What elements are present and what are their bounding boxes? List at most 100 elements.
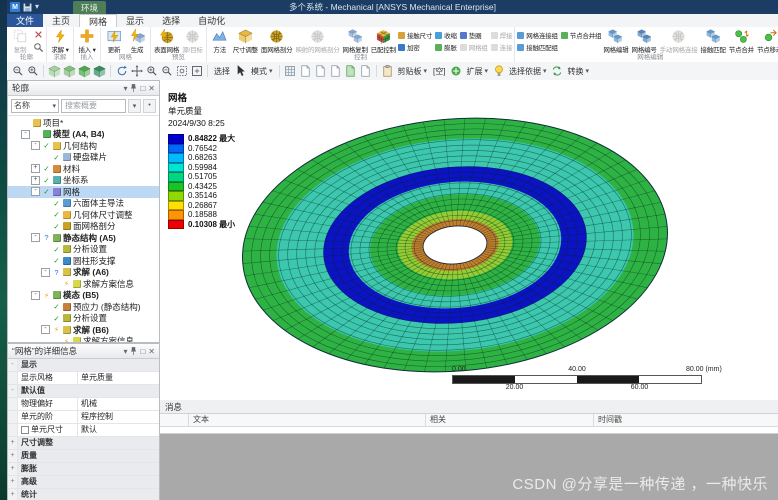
doc-icon[interactable] xyxy=(299,65,312,78)
close-icon[interactable]: ✕ xyxy=(148,84,155,93)
tree-item[interactable]: ✓ 分析设置 xyxy=(8,244,159,256)
ribbon-small-button[interactable]: 膨胀 xyxy=(435,41,457,53)
zoomout-icon[interactable] xyxy=(11,65,24,78)
doc-icon[interactable] xyxy=(314,65,327,78)
conv-icon[interactable] xyxy=(551,65,564,78)
checkbox[interactable] xyxy=(21,426,29,434)
filter-options-icon[interactable]: • xyxy=(143,98,156,113)
ribbon-small-button[interactable]: 加密 xyxy=(397,41,432,53)
tree-item[interactable]: -? 求解 (A6) xyxy=(8,267,159,279)
tree-expander-icon[interactable]: + xyxy=(31,175,40,185)
pin-icon[interactable] xyxy=(130,84,137,92)
tree-item[interactable]: ✓ 几何体尺寸调整 xyxy=(8,209,159,221)
name-filter-dropdown[interactable]: 名称 ▾ xyxy=(11,98,59,113)
tree-item[interactable]: - 模型 (A4, B4) xyxy=(8,129,159,141)
tree-expander-icon[interactable]: + xyxy=(31,164,40,174)
surface-mesh-button[interactable]: 表面网格 xyxy=(153,28,180,54)
mesh-numbering-button[interactable]: 网格编号 xyxy=(631,28,658,54)
update-button[interactable]: 更新 xyxy=(103,28,125,54)
pin-icon[interactable] xyxy=(130,347,137,355)
tree-item[interactable]: ✓ 圆柱形支撑 xyxy=(8,255,159,267)
docg-icon[interactable] xyxy=(344,65,357,78)
save-icon[interactable] xyxy=(23,3,32,12)
ribbon-small-button[interactable]: 节点合并组 xyxy=(560,29,602,41)
section-expander-icon[interactable]: + xyxy=(8,476,18,488)
ribbon-small-button[interactable]: 网格连接组 xyxy=(517,29,558,41)
tab-选择[interactable]: 选择 xyxy=(153,14,189,27)
zoomp-icon[interactable] xyxy=(145,65,158,78)
cursor-icon[interactable] xyxy=(234,65,247,78)
mesh-plot[interactable] xyxy=(160,80,778,400)
details-section-header[interactable]: + 膨胀 xyxy=(8,463,159,476)
ribbon-small-button[interactable]: 收缩 xyxy=(435,29,457,41)
select-dropdown[interactable]: 选择 xyxy=(212,66,232,77)
property-value[interactable]: 程序控制 xyxy=(78,411,159,423)
section-expander-icon[interactable]: + xyxy=(8,463,18,475)
tree-item[interactable]: - ⚡ 模态 (B5) xyxy=(8,290,159,302)
search-icon[interactable] xyxy=(32,42,44,53)
messages-column-1[interactable]: 文本 xyxy=(188,414,209,426)
tree-item[interactable]: 项目* xyxy=(8,117,159,129)
maximize-icon[interactable]: □ xyxy=(140,84,145,93)
tree-item[interactable]: -? 静态结构 (A5) xyxy=(8,232,159,244)
tree-expander-icon[interactable]: - xyxy=(41,267,50,277)
tree-expander-icon[interactable]: - xyxy=(31,187,40,197)
context-tab-environment[interactable]: 环境 xyxy=(73,1,107,14)
mode-dropdown[interactable]: 模式 ▾ xyxy=(249,66,275,77)
clipboard-dropdown[interactable]: 剪贴板 ▾ xyxy=(396,66,430,77)
details-section-header[interactable]: + 统计 xyxy=(8,489,159,500)
insert-button[interactable]: 插入 ▾ xyxy=(76,28,98,54)
contact-match-button[interactable]: 接触匹配 xyxy=(700,28,727,54)
tab-网格[interactable]: 网格 xyxy=(79,14,118,27)
section-expander-icon[interactable]: + xyxy=(8,450,18,462)
node-move-button[interactable]: 节点移动 xyxy=(756,28,778,54)
bulb-icon[interactable] xyxy=(492,65,505,78)
tree-item[interactable]: ✓ 预应力 (静态结构) xyxy=(8,301,159,313)
tree-expander-icon[interactable]: - xyxy=(31,141,40,151)
ext-icon[interactable] xyxy=(449,65,462,78)
method-button[interactable]: 方法 xyxy=(209,28,231,54)
tree-item[interactable]: + ✓ 坐标系 xyxy=(8,175,159,187)
message-row[interactable] xyxy=(160,427,778,434)
tree-item[interactable]: ✓ 硬盘碟片 xyxy=(8,152,159,164)
property-value[interactable]: 单元质量 xyxy=(78,372,159,384)
tab-文件[interactable]: 文件 xyxy=(7,14,44,27)
tree-expander-icon[interactable]: - xyxy=(31,290,40,300)
doc-icon[interactable] xyxy=(359,65,372,78)
maximize-icon[interactable]: □ xyxy=(140,347,145,356)
property-value[interactable]: 默认 xyxy=(78,424,159,436)
tree-item[interactable]: - ⚡ 求解 (B6) xyxy=(8,324,159,336)
tree-item[interactable]: ⚡ 求解方案信息 xyxy=(8,278,159,290)
sizing-button[interactable]: 尺寸调整 xyxy=(232,28,259,54)
property-value[interactable]: 机械 xyxy=(78,398,159,410)
section-expander-icon[interactable]: + xyxy=(8,437,18,449)
details-section-header[interactable]: - 默认值 xyxy=(8,385,159,398)
tree-item[interactable]: - ✓ 几何结构 xyxy=(8,140,159,152)
details-section-header[interactable]: + 高级 xyxy=(8,476,159,489)
cubev-icon[interactable] xyxy=(48,65,61,78)
tab-显示[interactable]: 显示 xyxy=(117,14,153,27)
outline-search-input[interactable]: 搜索概要 xyxy=(61,98,126,113)
extensions-dropdown[interactable]: 扩展 ▾ xyxy=(464,66,490,77)
cubef-icon[interactable] xyxy=(78,65,91,78)
zoomm-icon[interactable] xyxy=(160,65,173,78)
clipboard-empty-label[interactable]: [空] xyxy=(431,66,447,77)
messages-header[interactable]: 消息 xyxy=(160,400,778,414)
filter-expand-icon[interactable]: ▾ xyxy=(128,98,141,113)
mesh-edit-button[interactable]: 网格编辑 xyxy=(602,28,629,54)
close-icon[interactable] xyxy=(32,29,44,40)
cubeb-icon[interactable] xyxy=(93,65,106,78)
zoomfit-icon[interactable] xyxy=(190,65,203,78)
clipboard-icon[interactable] xyxy=(381,65,394,78)
mesh-copy-button[interactable]: 网格复制 xyxy=(342,28,369,54)
panel-menu-caret-icon[interactable]: ▾ xyxy=(123,347,127,356)
tree-item[interactable]: + ✓ 材料 xyxy=(8,163,159,175)
app-logo-icon[interactable]: M xyxy=(10,2,20,12)
tree-item[interactable]: ⚡ 求解方案信息 xyxy=(8,336,159,342)
quick-access-caret-icon[interactable]: ▾ xyxy=(35,2,39,12)
tree-expander-icon[interactable]: - xyxy=(21,129,30,139)
node-merge-button[interactable]: 节点合并 xyxy=(728,28,755,54)
solve-button[interactable]: 求解 ▾ xyxy=(49,28,71,54)
generate-button[interactable]: 生成 xyxy=(126,28,148,54)
doc-icon[interactable] xyxy=(329,65,342,78)
